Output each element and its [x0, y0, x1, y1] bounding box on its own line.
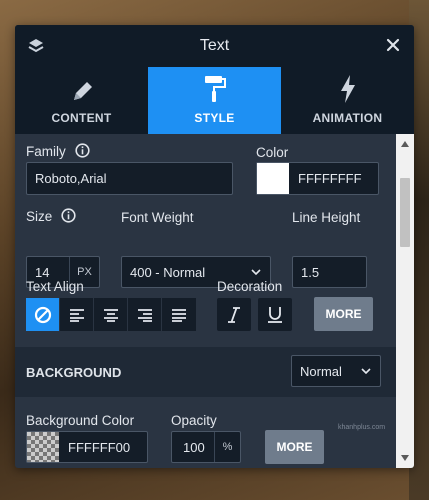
scroll-up-arrow-icon[interactable]: [401, 141, 409, 147]
opacity-value[interactable]: 100: [183, 440, 205, 455]
align-none-button[interactable]: [26, 298, 60, 331]
italic-button[interactable]: [217, 298, 251, 331]
size-label: Size: [26, 208, 76, 224]
scroll-down-arrow-icon[interactable]: [401, 455, 409, 461]
background-mode-value: Normal: [300, 363, 342, 379]
no-align-icon: [34, 306, 51, 323]
opacity-input[interactable]: 100 %: [171, 431, 241, 463]
align-right-icon: [137, 308, 152, 322]
more-background-button[interactable]: MORE: [265, 430, 324, 464]
size-label-text: Size: [26, 209, 53, 224]
align-right-button[interactable]: [128, 298, 162, 331]
tab-style[interactable]: STYLE: [148, 67, 281, 134]
tab-animation[interactable]: ANIMATION: [281, 67, 414, 134]
align-center-button[interactable]: [94, 298, 128, 331]
family-label-text: Family: [26, 144, 66, 159]
tab-content[interactable]: CONTENT: [15, 67, 148, 134]
color-swatch[interactable]: [257, 163, 289, 194]
more-style-button[interactable]: MORE: [314, 297, 373, 331]
watermark: khanhplus.com: [338, 424, 386, 431]
background-color-swatch[interactable]: [27, 432, 59, 462]
underline-icon: [268, 306, 282, 323]
background-color-hex-value[interactable]: FFFFFF00: [59, 432, 147, 462]
align-left-button[interactable]: [60, 298, 94, 331]
tab-style-label: STYLE: [194, 111, 235, 125]
opacity-label: Opacity: [171, 413, 217, 428]
text-align-group: [26, 298, 196, 331]
font-weight-label: Font Weight: [121, 210, 194, 225]
panel-titlebar: Text: [15, 25, 414, 67]
info-icon[interactable]: [74, 143, 90, 158]
vertical-scrollbar[interactable]: [396, 134, 414, 468]
tab-animation-label: ANIMATION: [312, 111, 383, 125]
background-color-label: Background Color: [26, 413, 135, 428]
text-align-label: Text Align: [26, 279, 84, 294]
line-height-label: Line Height: [292, 210, 361, 225]
align-center-icon: [103, 308, 118, 322]
background-section-title: BACKGROUND: [26, 365, 122, 380]
pencil-icon: [73, 82, 92, 100]
background-mode-select[interactable]: Normal: [291, 355, 381, 387]
decoration-label: Decoration: [217, 279, 283, 294]
panel-title: Text: [199, 37, 230, 54]
family-label: Family: [26, 143, 90, 159]
align-justify-icon: [172, 308, 186, 322]
italic-icon: [228, 306, 240, 323]
background-section-header: BACKGROUND Normal: [15, 347, 396, 397]
info-icon[interactable]: [61, 208, 76, 223]
color-picker[interactable]: FFFFFFFF: [256, 162, 379, 195]
close-icon[interactable]: [386, 38, 400, 52]
chevron-down-icon: [361, 368, 371, 374]
color-label: Color: [256, 145, 289, 160]
lightning-icon: [340, 75, 355, 103]
underline-button[interactable]: [258, 298, 292, 331]
font-weight-value: 400 - Normal: [130, 264, 206, 280]
line-height-input[interactable]: 1.5: [292, 256, 367, 288]
text-style-panel: Text CONTENT STYLE ANIMATION Family Robo…: [15, 25, 414, 468]
family-input[interactable]: Roboto,Arial: [26, 162, 233, 195]
align-justify-button[interactable]: [162, 298, 196, 331]
style-content: Family Roboto,Arial Color FFFFFFFF Size …: [15, 134, 396, 468]
tab-content-label: CONTENT: [51, 111, 112, 125]
size-value[interactable]: 14: [35, 265, 49, 280]
paint-roller-icon: [204, 76, 226, 102]
layers-icon[interactable]: [27, 37, 45, 55]
opacity-unit: %: [214, 432, 240, 462]
align-left-icon: [69, 308, 84, 322]
background-color-picker[interactable]: FFFFFF00: [26, 431, 148, 463]
chevron-down-icon: [251, 269, 261, 275]
tab-bar: CONTENT STYLE ANIMATION: [15, 67, 414, 134]
scrollbar-thumb[interactable]: [400, 178, 410, 247]
color-hex-value[interactable]: FFFFFFFF: [289, 163, 378, 194]
